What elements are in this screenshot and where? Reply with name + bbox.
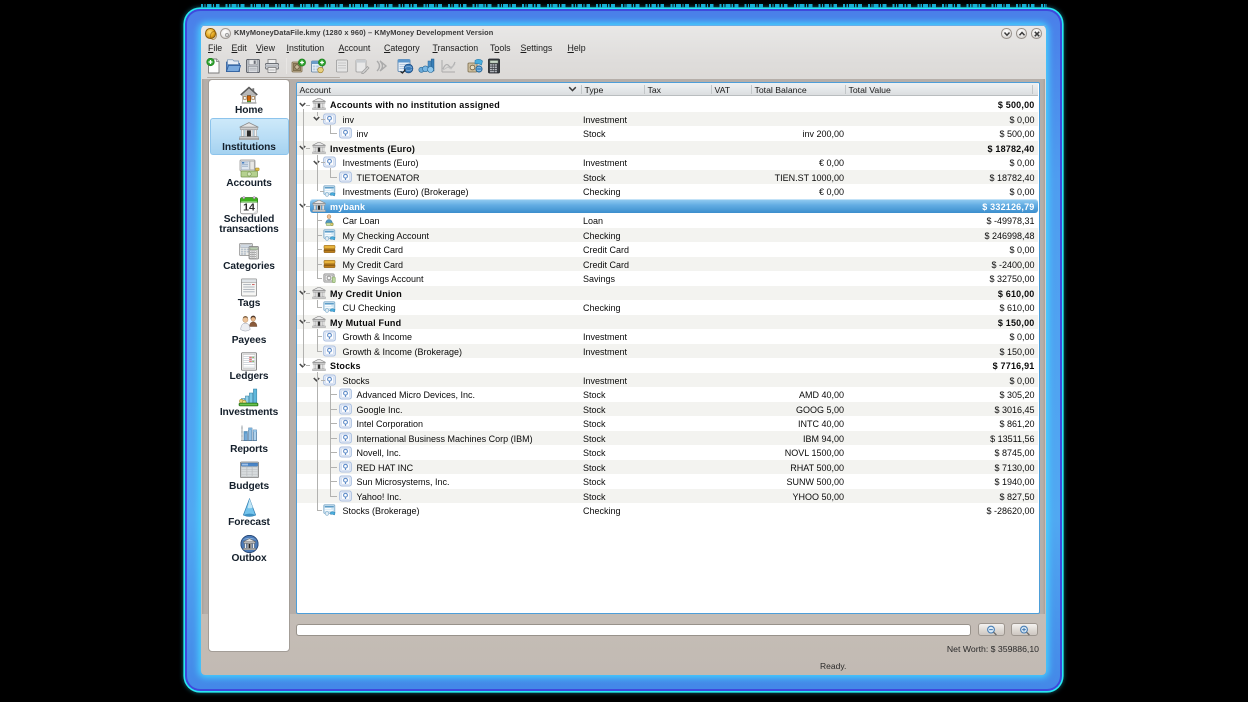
svg-text:14: 14 — [243, 201, 255, 213]
